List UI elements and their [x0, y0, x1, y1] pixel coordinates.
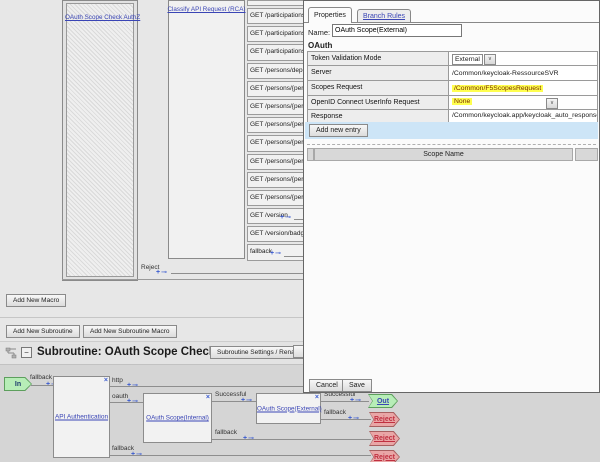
api-authentication-box: × API Authentication [53, 376, 110, 458]
add-new-subroutine-macro-button[interactable]: Add New Subroutine Macro [83, 325, 177, 338]
branch-label-http: http [112, 377, 123, 384]
properties-panel: Properties Branch Rules Name: OAuth Toke… [303, 0, 600, 393]
close-icon[interactable]: × [315, 394, 319, 401]
branch-line-list-fallback [284, 256, 303, 257]
collapse-subroutine-toggle[interactable]: − [21, 347, 32, 358]
tab-properties[interactable]: Properties [308, 7, 352, 23]
add-new-entry-button[interactable]: Add new entry [309, 124, 368, 137]
field-label: Response [307, 109, 449, 123]
close-icon[interactable]: × [104, 377, 108, 384]
oauth-scope-internal-link[interactable]: OAuth Scope(Internal) [144, 415, 211, 422]
field-label: OpenID Connect UserInfo Request [307, 95, 449, 110]
field-value: External∨ [448, 51, 598, 66]
scopes-request-value[interactable]: /Common/F5ScopesRequest ∨ [448, 80, 598, 96]
minus-icon: − [24, 348, 29, 357]
branch-line-in-fallback [31, 385, 53, 386]
field-row-response: Response /Common/keycloak.app/keycloak_a… [307, 109, 598, 123]
branch-line-external-fallback [321, 419, 371, 420]
oauth-section-header: OAuth [308, 41, 332, 50]
flow-out-terminal[interactable]: Out [368, 394, 398, 408]
field-row-openid-userinfo: OpenID Connect UserInfo Request None ∨ [307, 95, 598, 110]
tab-properties-label: Properties [314, 12, 346, 19]
vpe-window: OAuth Scope Check AuthZ Classify API Req… [0, 0, 600, 462]
branch-line-auth-fallback [110, 455, 371, 456]
field-row-token-validation: Token Validation Mode External∨ [307, 51, 598, 66]
tab-branch-rules-label: Branch Rules [363, 13, 405, 20]
branch-line-internal-successful [212, 401, 256, 402]
tab-branch-rules[interactable]: Branch Rules [357, 9, 411, 22]
openid-userinfo-value[interactable]: None ∨ [448, 95, 598, 110]
reject-branch-markers[interactable]: +⊸ [156, 268, 167, 278]
classify-api-request-link[interactable]: Classify API Request (RCA) [167, 6, 246, 13]
highlighted-value: /Common/F5ScopesRequest [452, 85, 543, 92]
reject-label: Reject [374, 435, 395, 442]
name-input[interactable] [332, 24, 462, 37]
field-row-scopes-request: Scopes Request /Common/F5ScopesRequest ∨ [307, 80, 598, 96]
dropdown-arrow-icon[interactable]: ∨ [484, 54, 496, 65]
scope-table-right-cell [575, 148, 598, 161]
macro-hatch-area: OAuth Scope Check AuthZ [66, 3, 134, 277]
close-icon[interactable]: × [206, 394, 210, 401]
reject-branch-line [171, 273, 303, 274]
dropdown-arrow-icon[interactable]: ∨ [546, 98, 558, 109]
oauth-scope-external-box: × OAuth Scope(External) [256, 393, 321, 424]
oauth-scope-external-link[interactable]: OAuth Scope(External) [257, 405, 320, 412]
branch-line-external-successful [321, 401, 369, 402]
api-authentication-link[interactable]: API Authentication [54, 414, 109, 421]
token-validation-mode-select[interactable]: External [452, 54, 483, 65]
reject-label: Reject [374, 416, 395, 423]
macro-container-bottom-border [62, 279, 303, 280]
scope-name-header: Scope Name [314, 148, 573, 161]
macro-link-oauth-scope-check[interactable]: OAuth Scope Check AuthZ [65, 14, 135, 21]
flow-reject-terminal-2[interactable]: Reject [369, 431, 400, 446]
branch-label-oauth: oauth [112, 393, 128, 400]
flow-reject-terminal-3[interactable]: Reject [369, 450, 400, 462]
branch-label-external-fallback: fallback [324, 409, 346, 416]
response-value[interactable]: /Common/keycloak.app/keycloak_auto_respo… [448, 109, 598, 123]
branch-line-http [110, 386, 303, 387]
add-new-macro-button[interactable]: Add New Macro [6, 294, 66, 307]
oauth-scope-internal-box: × OAuth Scope(Internal) [143, 393, 212, 443]
subroutine-tree-icon [5, 347, 18, 359]
dashed-separator [307, 144, 596, 145]
reject-label: Reject [374, 454, 395, 461]
server-value[interactable]: /Common/keycloak-RessourceSVR [448, 65, 598, 81]
flow-reject-terminal-1[interactable]: Reject [369, 412, 400, 427]
branch-line-version [294, 219, 303, 220]
save-button[interactable]: Save [342, 379, 372, 392]
field-row-server: Server /Common/keycloak-RessourceSVR [307, 65, 598, 81]
classify-api-request-box: Classify API Request (RCA) [168, 0, 245, 259]
branch-label-internal-fallback: fallback [215, 429, 237, 436]
branch-markers-version[interactable]: +⊸ [280, 213, 291, 223]
macro-box-oauth-scope-check: OAuth Scope Check AuthZ [62, 0, 138, 281]
field-label: Server [307, 65, 449, 81]
scope-table-corner-cell [307, 148, 314, 161]
flow-in-terminal[interactable]: In [4, 377, 32, 391]
branch-line-oauth [110, 402, 143, 403]
name-label: Name: [308, 28, 330, 37]
branch-markers-list-fallback[interactable]: +⊸ [270, 249, 281, 259]
out-label: Out [377, 398, 389, 405]
field-label: Scopes Request [307, 80, 449, 96]
highlighted-value: None [452, 98, 472, 105]
cancel-button[interactable]: Cancel [309, 379, 345, 392]
add-new-subroutine-button[interactable]: Add New Subroutine [6, 325, 80, 338]
branch-line-internal-fallback [212, 439, 371, 440]
field-label: Token Validation Mode [307, 51, 449, 66]
